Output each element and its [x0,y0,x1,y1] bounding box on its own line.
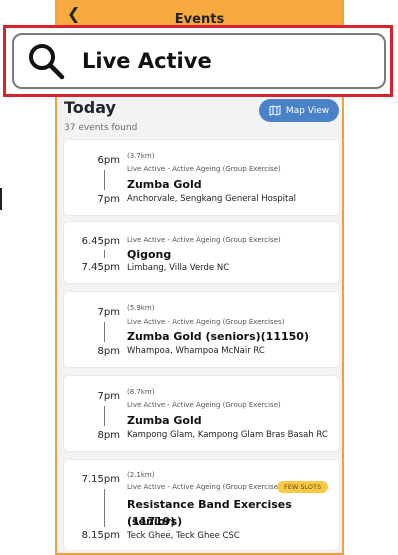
time-connector [104,322,105,342]
end-time: 8pm [97,430,120,441]
start-time: 6pm [97,155,120,166]
map-icon [269,105,281,116]
event-distance: (2.1km) [127,471,155,479]
time-connector [104,170,105,190]
event-name: Qigong [127,248,172,261]
start-time: 7pm [97,391,120,402]
end-time: 7.45pm [81,262,120,273]
event-category: Live Active - Active Ageing (Group Exerc… [127,401,281,409]
search-highlight: Live Active [3,25,393,97]
event-distance: (5.9km) [127,304,155,312]
event-location: Limbang, Villa Verde NC [127,263,230,273]
event-card[interactable]: 7.15pm 8.15pm (2.1km) Live Active - Acti… [64,460,339,550]
event-location: Teck Ghee, Teck Ghee CSC [127,531,240,541]
time-connector [104,489,105,527]
event-card[interactable]: 6pm 7pm (3.7km) Live Active - Active Age… [64,140,339,215]
event-name-line2: (11719) [127,515,176,528]
start-time: 7pm [97,307,120,318]
start-time: 7.15pm [81,474,120,485]
event-card[interactable]: 7pm 8pm (8.7km) Live Active - Active Age… [64,376,339,451]
event-name: Zumba Gold (seniors)(11150) [127,330,309,343]
end-time: 7pm [97,194,120,205]
end-time: 8.15pm [81,530,120,541]
end-time: 8pm [97,346,120,357]
time-connector [104,406,105,426]
event-name: Zumba Gold [127,178,202,191]
event-name: Zumba Gold [127,414,202,427]
section-header: Today 37 events found Map View [64,98,339,138]
event-category: Live Active - Active Ageing (Group Exerc… [127,236,281,244]
event-location: Whampoa, Whampoa McNair RC [127,346,265,356]
event-card[interactable]: 6.45pm 7.45pm Live Active - Active Agein… [64,222,339,283]
event-distance: (3.7km) [127,152,155,160]
event-location: Kampong Glam, Kampong Glam Bras Basah RC [127,430,328,440]
event-card[interactable]: 7pm 8pm (5.9km) Live Active - Active Age… [64,292,339,367]
map-view-button[interactable]: Map View [259,99,339,122]
event-category: Live Active - Active Ageing (Group Exerc… [127,318,285,326]
start-time: 6.45pm [81,236,120,247]
event-distance: (8.7km) [127,388,155,396]
search-query[interactable]: Live Active [82,49,212,73]
search-bar[interactable]: Live Active [12,33,386,89]
event-category: Live Active - Active Ageing (Group Exerc… [127,165,281,173]
event-category: Live Active - Active Ageing (Group Exerc… [127,483,285,491]
few-slots-badge: FEW SLOTS [277,481,329,493]
map-view-label: Map View [285,105,330,116]
search-icon [29,44,65,80]
events-count: 37 events found [64,123,138,133]
time-connector [104,250,105,258]
event-location: Anchorvale, Sengkang General Hospital [127,194,296,204]
edge-marker [0,188,2,210]
